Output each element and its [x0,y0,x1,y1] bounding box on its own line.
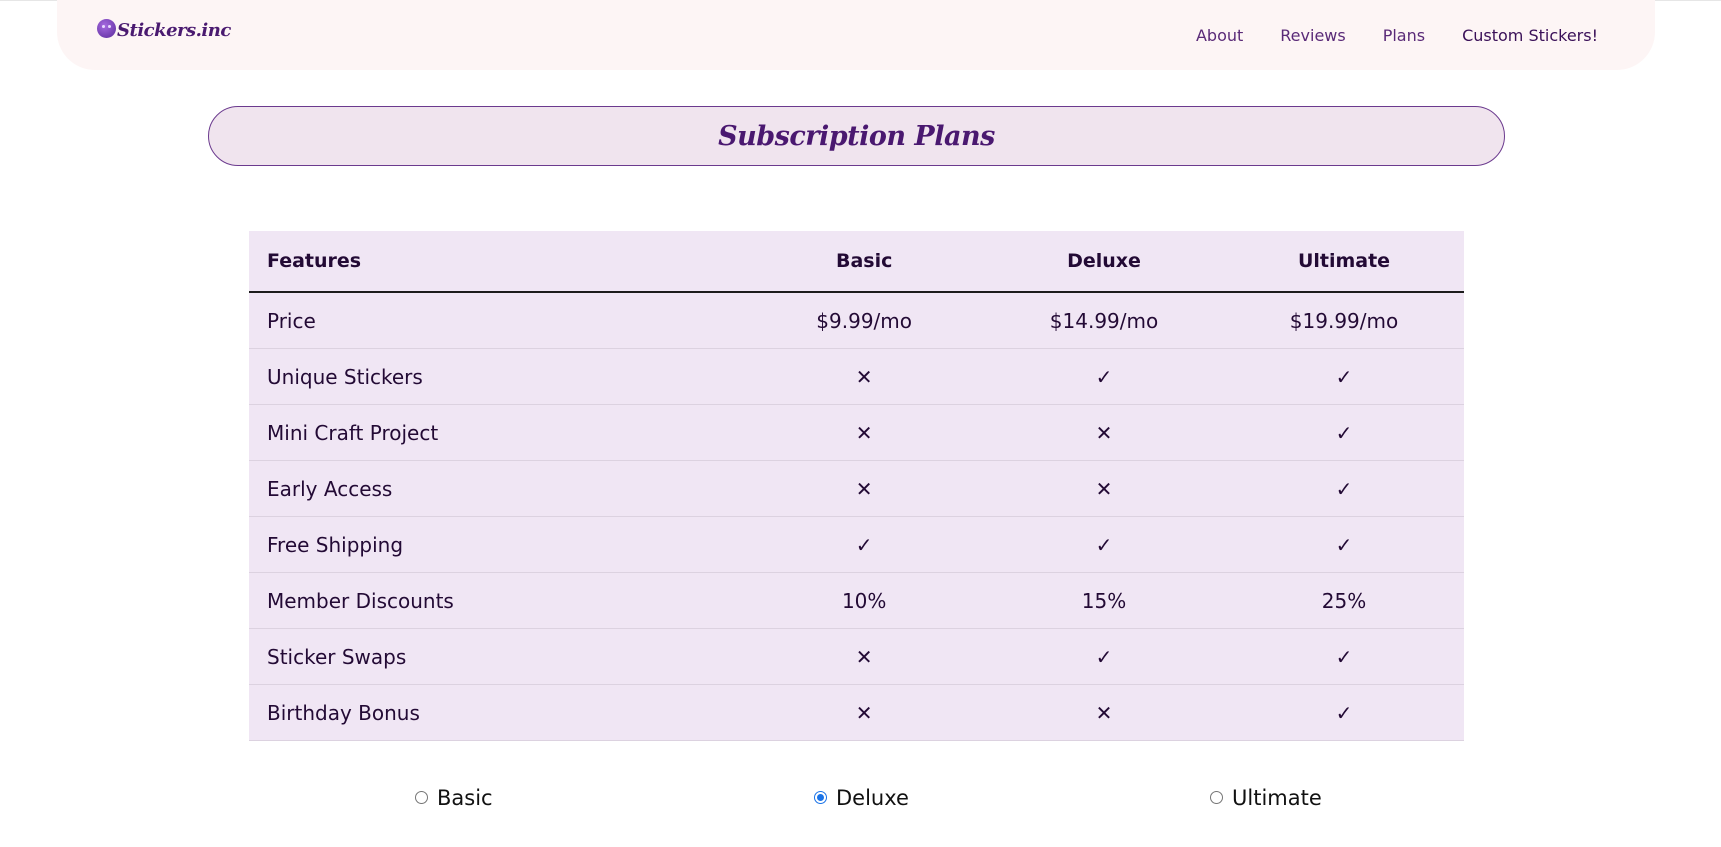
nav-link-about[interactable]: About [1196,26,1243,45]
table-row: Mini Craft Project ✕ ✕ ✓ [249,404,1464,461]
check-icon: ✓ [984,628,1224,685]
nav-link-custom-stickers[interactable]: Custom Stickers! [1462,26,1598,45]
header-deluxe: Deluxe [984,231,1224,293]
header-features: Features [249,231,745,293]
plan-radio-basic[interactable]: Basic [415,786,493,810]
check-icon: ✓ [984,516,1224,573]
cross-icon: ✕ [744,628,985,685]
logo-text: Stickers.inc [117,20,231,41]
navbar: Stickers.inc About Reviews Plans Custom … [57,0,1655,70]
nav-link-plans[interactable]: Plans [1383,26,1425,45]
plan-radio-deluxe[interactable]: Deluxe [814,786,909,810]
feature-name: Early Access [249,460,745,517]
table-header-row: Features Basic Deluxe Ultimate [249,231,1464,293]
feature-name: Member Discounts [249,572,745,629]
check-icon: ✓ [984,348,1224,405]
header-ultimate: Ultimate [1224,231,1464,293]
check-icon: ✓ [1224,684,1464,741]
feature-name: Mini Craft Project [249,404,745,461]
feature-name: Price [249,292,745,349]
feature-name: Free Shipping [249,516,745,573]
check-icon: ✓ [1224,460,1464,517]
cross-icon: ✕ [744,348,985,405]
plan-radio-label: Basic [437,786,493,810]
cell-value: 25% [1224,572,1464,629]
table-row: Sticker Swaps ✕ ✓ ✓ [249,628,1464,685]
feature-name: Unique Stickers [249,348,745,405]
page-title: Subscription Plans [718,120,995,152]
feature-name: Birthday Bonus [249,684,745,741]
plan-radio-ultimate[interactable]: Ultimate [1210,786,1322,810]
purple-face-icon [97,19,116,38]
table-row: Unique Stickers ✕ ✓ ✓ [249,348,1464,405]
check-icon: ✓ [1224,516,1464,573]
cell-value: $19.99/mo [1224,292,1464,349]
table-row: Early Access ✕ ✕ ✓ [249,460,1464,517]
plan-radio-label: Ultimate [1232,786,1322,810]
cell-value: 10% [744,572,985,629]
check-icon: ✓ [1224,348,1464,405]
radio-button[interactable] [415,790,428,804]
header-basic: Basic [744,231,985,293]
plan-selector: Basic Deluxe Ultimate [0,786,1721,816]
cross-icon: ✕ [984,684,1224,741]
check-icon: ✓ [744,516,985,573]
check-icon: ✓ [1224,628,1464,685]
plans-comparison-table: Features Basic Deluxe Ultimate Price $9.9… [249,231,1464,741]
table-row: Price $9.99/mo $14.99/mo $19.99/mo [249,292,1464,349]
cross-icon: ✕ [744,684,985,741]
feature-name: Sticker Swaps [249,628,745,685]
cross-icon: ✕ [984,404,1224,461]
cross-icon: ✕ [744,404,985,461]
radio-button[interactable] [1210,790,1223,804]
table-row: Member Discounts 10% 15% 25% [249,572,1464,629]
cell-value: $14.99/mo [984,292,1224,349]
check-icon: ✓ [1224,404,1464,461]
page-title-banner: Subscription Plans [208,106,1505,166]
cross-icon: ✕ [984,460,1224,517]
cell-value: $9.99/mo [744,292,985,349]
table-row: Free Shipping ✓ ✓ ✓ [249,516,1464,573]
table-body: Price $9.99/mo $14.99/mo $19.99/mo Unique St… [249,292,1464,741]
plan-radio-label: Deluxe [836,786,909,810]
cell-value: 15% [984,572,1224,629]
nav-link-reviews[interactable]: Reviews [1280,26,1345,45]
logo[interactable]: Stickers.inc [97,19,231,41]
table-row: Birthday Bonus ✕ ✕ ✓ [249,684,1464,741]
radio-button[interactable] [814,790,827,804]
nav-links: About Reviews Plans Custom Stickers! [1159,26,1598,45]
cross-icon: ✕ [744,460,985,517]
